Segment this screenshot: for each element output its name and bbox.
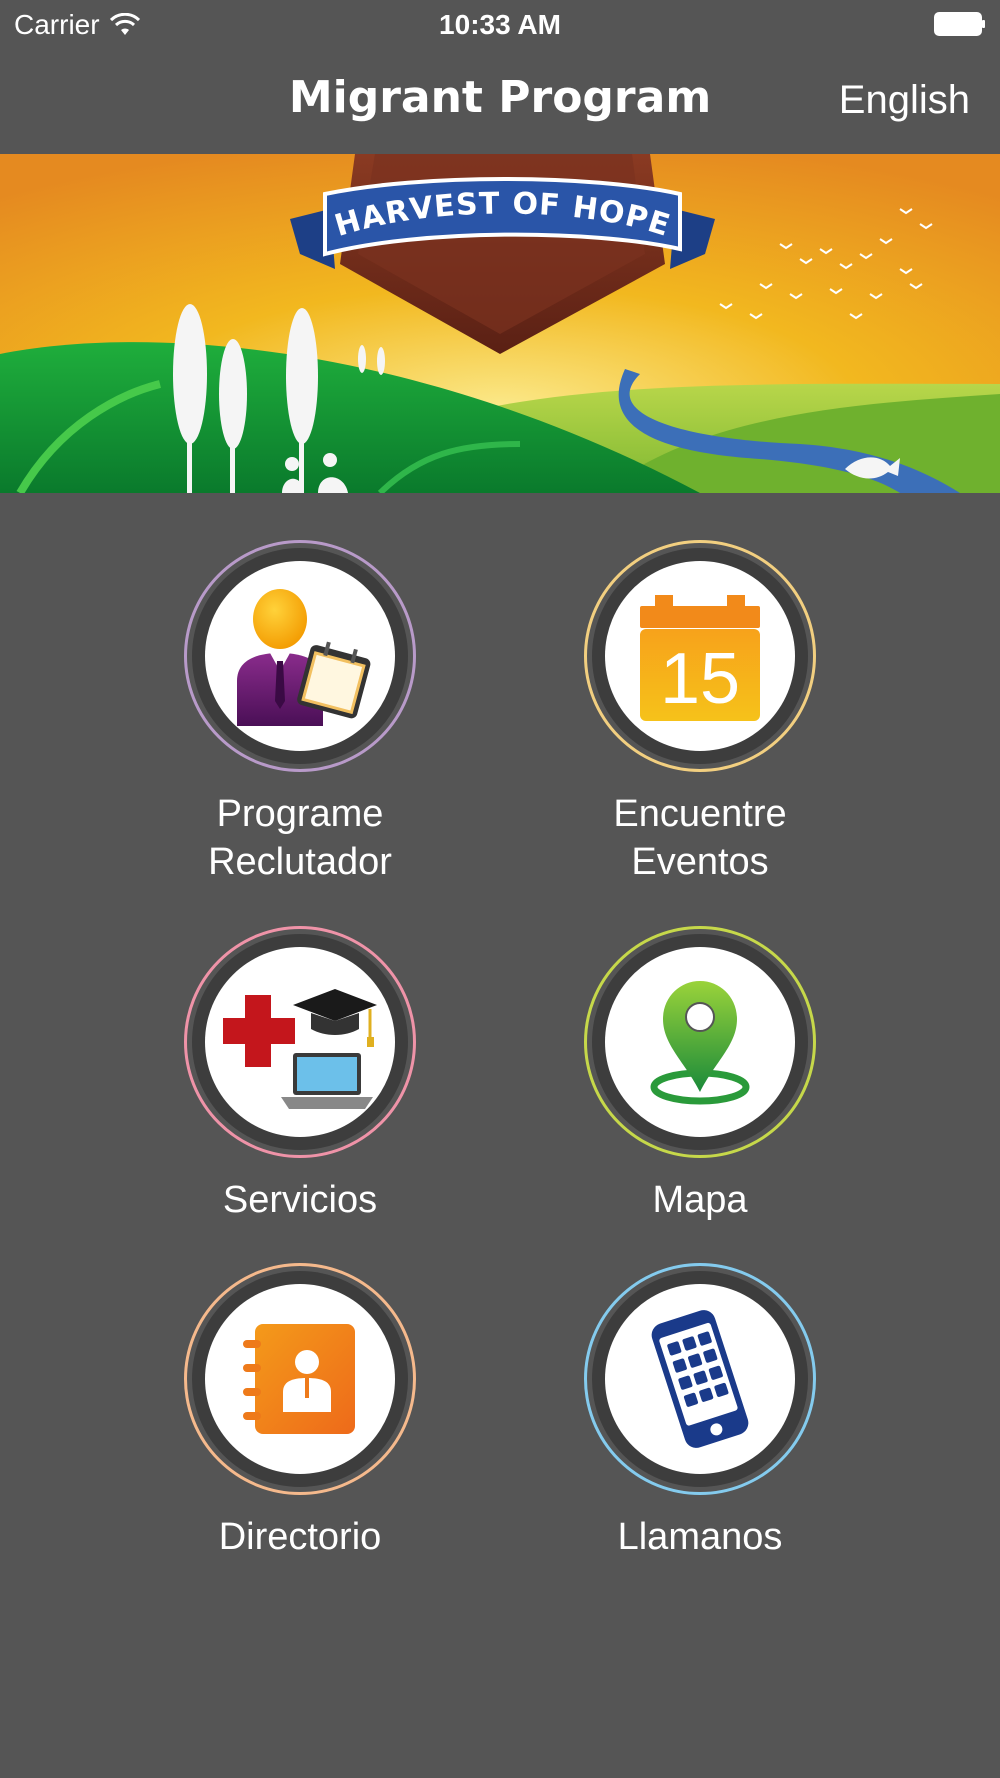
tile-label: Servicios [100, 1176, 500, 1224]
tile-label: Programe Reclutador [100, 790, 500, 886]
tile-label-line1: Llamanos [617, 1516, 783, 1558]
tile-label-line2: Reclutador [208, 841, 392, 883]
calendar-day: 15 [660, 639, 740, 719]
tile-label-line2: Eventos [631, 841, 769, 883]
tile-ring [184, 1263, 416, 1495]
tile-label-line1: Programe [216, 793, 384, 835]
services-icon [223, 989, 377, 1109]
battery-icon [934, 12, 985, 36]
status-time: 10:33 AM [439, 9, 561, 40]
language-button[interactable]: English [839, 78, 970, 123]
tile-ring [184, 540, 416, 772]
tile-label-line1: Directorio [218, 1516, 382, 1558]
recruiter-icon [237, 589, 371, 726]
tile-label: Llamanos [500, 1513, 900, 1561]
calendar-icon: 15 [640, 595, 760, 721]
tile-mapa[interactable]: Mapa [500, 926, 900, 1224]
tile-programe-reclutador[interactable]: Programe Reclutador [100, 540, 500, 886]
directory-icon [243, 1324, 355, 1434]
tile-servicios[interactable]: Servicios [100, 926, 500, 1224]
phone-icon [651, 1310, 749, 1448]
tile-ring [584, 1263, 816, 1495]
banner-illustration: HARVEST OF HOPE [0, 154, 1000, 493]
tile-ring [184, 926, 416, 1158]
nav-bar: Migrant Program English [0, 50, 1000, 154]
tile-label: Directorio [100, 1513, 500, 1561]
tile-encuentre-eventos[interactable]: 15 Encuentre Eventos [500, 540, 900, 886]
map-pin-icon [650, 981, 750, 1105]
tile-ring [584, 926, 816, 1158]
status-bar: Carrier 10:33 AM [0, 0, 1000, 50]
tile-ring: 15 [584, 540, 816, 772]
tile-label-line1: Encuentre [613, 793, 787, 835]
tile-llamanos[interactable]: Llamanos [500, 1263, 900, 1561]
tile-label: Encuentre Eventos [500, 790, 900, 886]
tile-directorio[interactable]: Directorio [100, 1263, 500, 1561]
tile-label-line1: Mapa [652, 1179, 748, 1221]
tile-label-line1: Servicios [222, 1179, 378, 1221]
tile-label: Mapa [500, 1176, 900, 1224]
harvest-banner: HARVEST OF HOPE [0, 154, 1000, 493]
